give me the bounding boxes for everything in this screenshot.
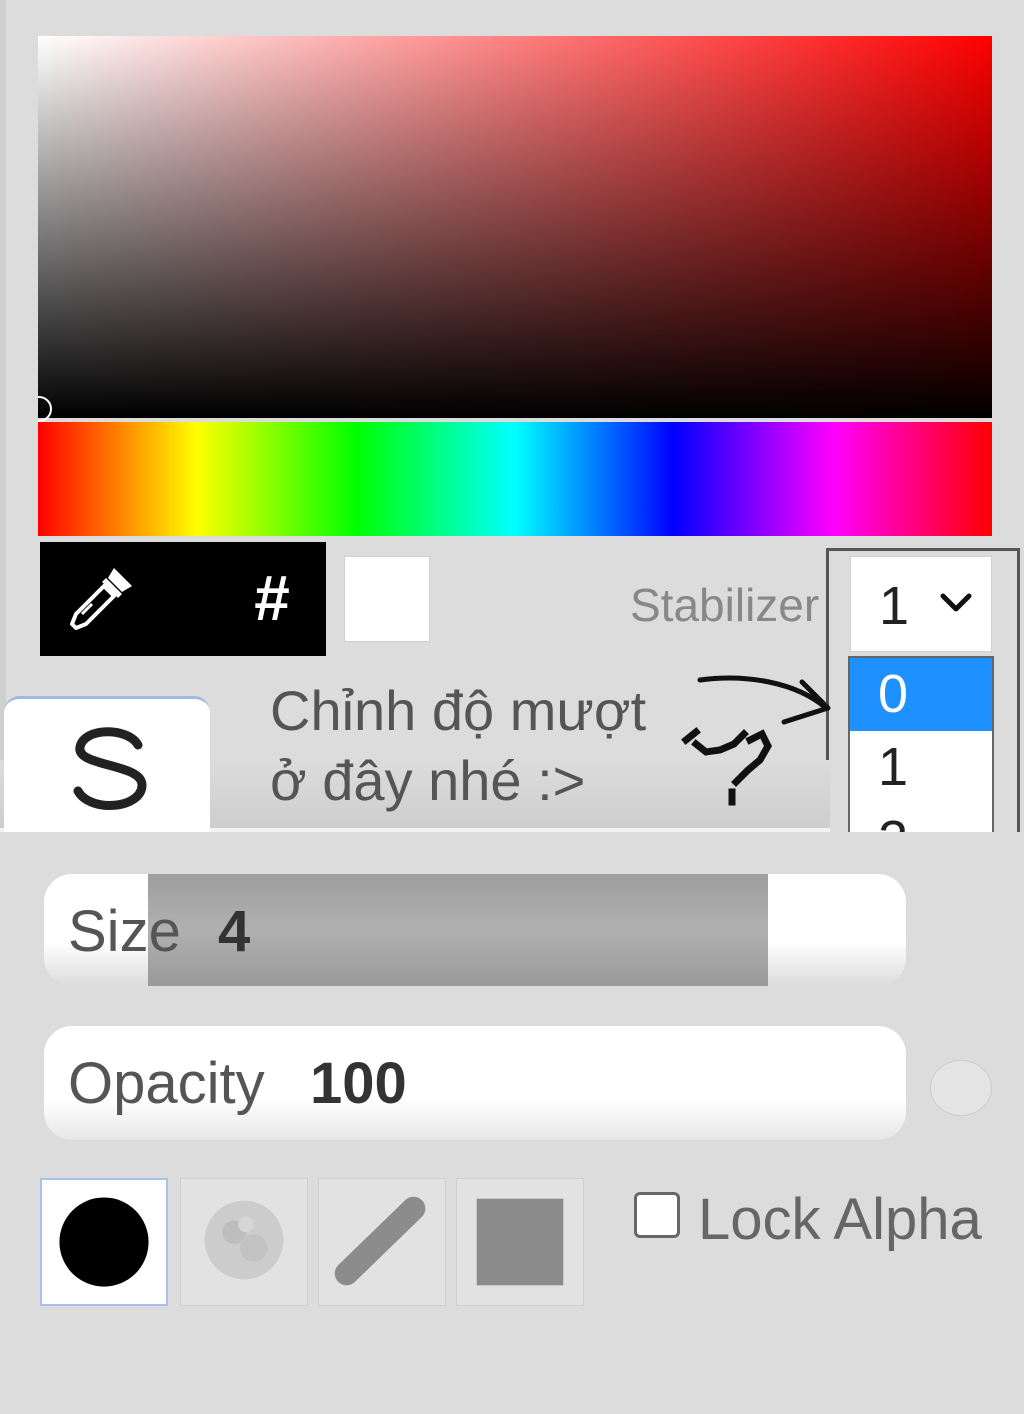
- size-slider[interactable]: Size 4: [44, 874, 906, 986]
- stabilizer-option-0[interactable]: 0: [850, 658, 992, 731]
- tab-stroke[interactable]: [4, 696, 210, 832]
- square-brush-icon: [476, 1198, 564, 1286]
- lock-alpha-label: Lock Alpha: [698, 1187, 982, 1252]
- annotation-text-line1: Chỉnh độ mượt: [270, 679, 647, 742]
- stabilizer-label: Stabilizer: [630, 579, 820, 631]
- current-color-swatch[interactable]: [344, 556, 430, 642]
- brush-shape-square[interactable]: [456, 1178, 584, 1306]
- brush-shape-circle[interactable]: [40, 1178, 168, 1306]
- size-label: Size: [68, 899, 181, 964]
- opacity-label: Opacity: [68, 1051, 265, 1116]
- color-tools: #: [40, 542, 326, 656]
- drawing-tool-panel: # Stabilizer 1 0 1 2 3 4 5 Chỉnh độ mượt…: [0, 0, 1024, 1414]
- stroke-s-icon: [73, 727, 147, 810]
- stabilizer-select[interactable]: 1: [850, 556, 992, 652]
- annotation-text-line2: ở đây nhé :>: [270, 749, 586, 812]
- opacity-value: 100: [310, 1051, 407, 1116]
- opacity-slider-handle[interactable]: [930, 1060, 992, 1116]
- color-picker-handle[interactable]: [38, 396, 52, 422]
- chevron-down-icon: [940, 593, 972, 612]
- lock-alpha-checkbox[interactable]: [634, 1192, 680, 1238]
- eyedropper-icon[interactable]: [62, 562, 138, 638]
- hex-input-button[interactable]: #: [236, 560, 308, 636]
- size-value: 4: [218, 899, 251, 964]
- brush-shape-soft[interactable]: [180, 1178, 308, 1306]
- soft-brush-icon: [204, 1200, 284, 1280]
- saturation-value-picker[interactable]: [38, 36, 992, 418]
- stabilizer-option-1[interactable]: 1: [850, 731, 992, 804]
- brush-shape-pen[interactable]: [318, 1178, 446, 1306]
- pen-brush-icon: [334, 1196, 426, 1286]
- stabilizer-selected-value: 1: [879, 576, 910, 636]
- circle-brush-icon: [59, 1197, 149, 1287]
- hue-slider[interactable]: [38, 422, 992, 536]
- annotation-arrow-icon: [681, 675, 831, 806]
- opacity-slider[interactable]: Opacity 100: [44, 1026, 906, 1140]
